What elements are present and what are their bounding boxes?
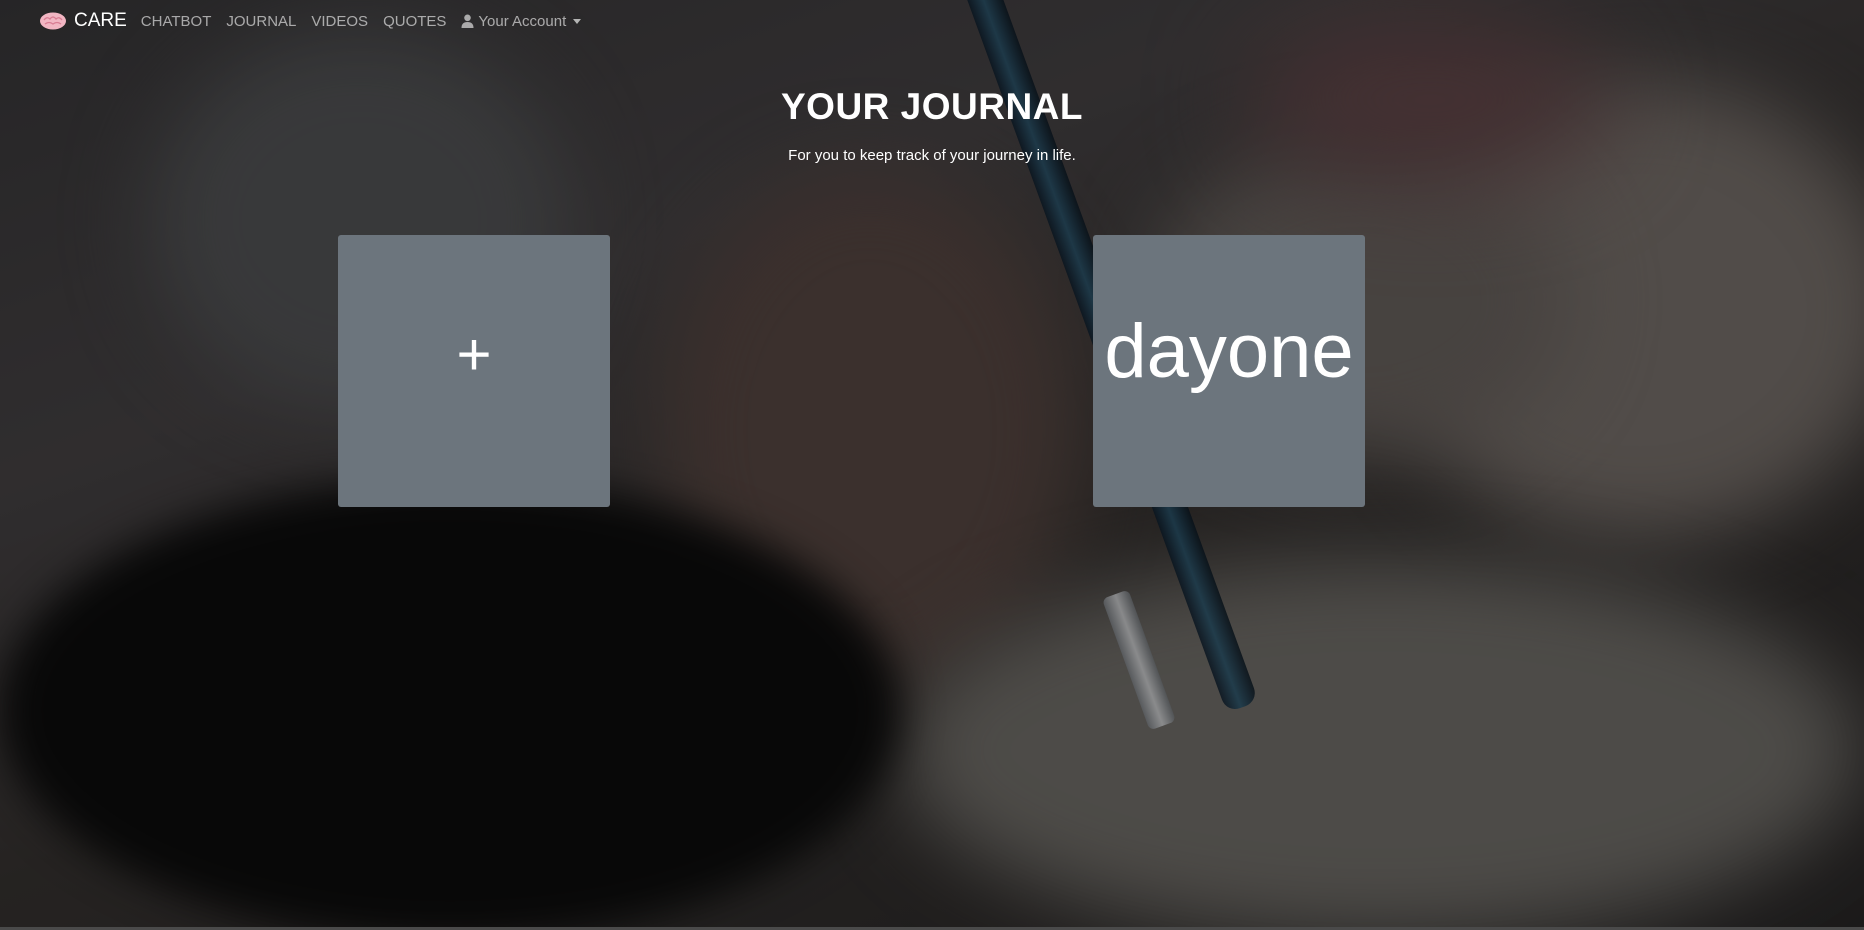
- account-dropdown[interactable]: Your Account: [461, 12, 582, 30]
- nav-link-videos[interactable]: VIDEOS: [311, 13, 368, 30]
- nav-link-journal[interactable]: JOURNAL: [226, 13, 296, 30]
- background-photo: [0, 0, 1864, 930]
- brand-label: CARE: [74, 10, 127, 31]
- brain-icon: [40, 12, 66, 30]
- account-label: Your Account: [478, 12, 567, 30]
- nav-link-quotes[interactable]: QUOTES: [383, 13, 446, 30]
- plus-icon: +: [456, 321, 492, 388]
- nav-link-chatbot[interactable]: CHATBOT: [141, 13, 212, 30]
- new-entry-card[interactable]: +: [338, 235, 610, 507]
- page-title: YOUR JOURNAL: [780, 86, 1084, 127]
- journal-entry-title: dayone: [1104, 309, 1354, 394]
- caret-down-icon: [573, 18, 582, 24]
- page-subtitle: For you to keep track of your journey in…: [788, 147, 1076, 164]
- brand-link[interactable]: CARE: [38, 10, 127, 32]
- journal-entry-card[interactable]: dayone: [1093, 235, 1365, 507]
- user-icon: [461, 14, 474, 28]
- navbar: CARE CHATBOT JOURNAL VIDEOS QUOTES Your …: [0, 0, 1864, 42]
